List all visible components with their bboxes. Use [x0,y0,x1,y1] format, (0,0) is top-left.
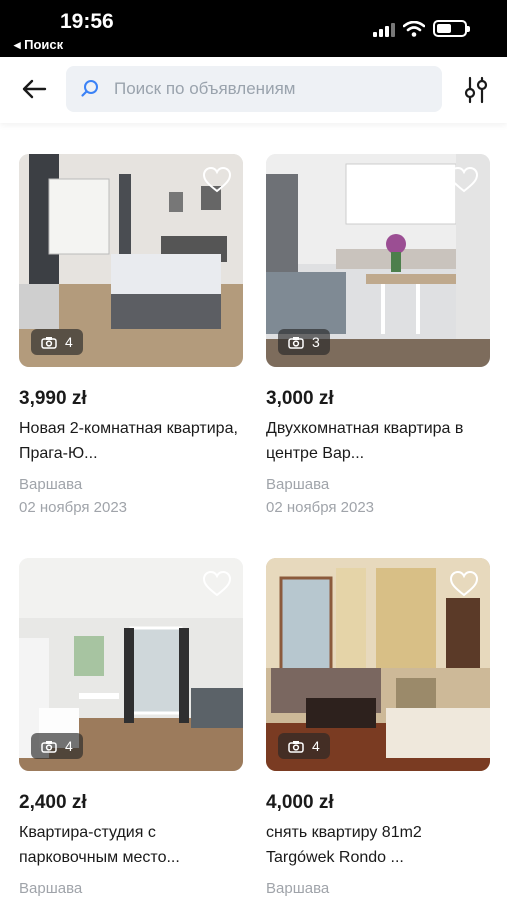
listing-photo[interactable]: 4 [19,154,243,367]
favorite-heart-icon[interactable] [449,166,479,194]
signal-icon [373,21,395,37]
photo-count: 4 [65,738,73,754]
status-time: 19:56 [60,10,114,33]
battery-icon [433,20,470,37]
listing-title[interactable]: Двухкомнатная квартира в центре Вар... [266,416,490,466]
back-to-search-link[interactable]: ◂ Поиск [14,37,63,53]
back-button[interactable] [18,75,50,103]
listing-card[interactable]: 4 3,990 zł Новая 2-комнатная квартира, П… [19,154,243,516]
listing-card[interactable]: 4 2,400 zł Квартира-студия с парковочным… [19,558,243,897]
listing-card[interactable]: 3 3,000 zł Двухкомнатная квартира в цент… [266,154,490,516]
search-icon [81,80,98,97]
photo-count: 4 [65,334,73,350]
camera-icon [288,740,304,753]
listing-title[interactable]: снять квартиру 81m2 Targówek Rondo ... [266,820,490,870]
listing-photo[interactable]: 4 [266,558,490,771]
wifi-icon [403,20,425,37]
search-bar[interactable] [66,66,442,112]
listing-city: Варшава [266,880,330,897]
photo-count-badge: 3 [278,329,330,355]
listing-date: 02 ноября 2023 [19,499,128,516]
photo-count: 3 [312,334,320,350]
status-bar: 19:56 ◂ Поиск [0,0,507,57]
status-icons [373,20,470,37]
listing-city: Варшава [19,880,83,897]
listing-title[interactable]: Квартира-студия с парковочным место... [19,820,243,870]
photo-count-badge: 4 [278,733,330,759]
listing-city: Варшава [19,476,83,493]
camera-icon [41,336,57,349]
listing-price: 3,990 zł [19,388,87,409]
arrow-left-icon [22,79,47,99]
listing-price: 4,000 zł [266,792,334,813]
listing-card[interactable]: 4 4,000 zł снять квартиру 81m2 Targówek … [266,558,490,897]
search-input[interactable] [114,79,414,99]
top-bar [0,57,507,123]
photo-count-badge: 4 [31,733,83,759]
favorite-heart-icon[interactable] [202,570,232,598]
favorite-heart-icon[interactable] [449,570,479,598]
camera-icon [41,740,57,753]
listing-city: Варшава [266,476,330,493]
listing-price: 3,000 zł [266,388,334,409]
filters-icon [464,76,488,104]
filter-button[interactable] [460,74,492,106]
photo-count-badge: 4 [31,329,83,355]
listing-photo[interactable]: 3 [266,154,490,367]
listing-title[interactable]: Новая 2-комнатная квартира, Прага-Ю... [19,416,243,466]
listing-photo[interactable]: 4 [19,558,243,771]
camera-icon [288,336,304,349]
listing-price: 2,400 zł [19,792,87,813]
photo-count: 4 [312,738,320,754]
favorite-heart-icon[interactable] [202,166,232,194]
listing-date: 02 ноября 2023 [266,499,375,516]
